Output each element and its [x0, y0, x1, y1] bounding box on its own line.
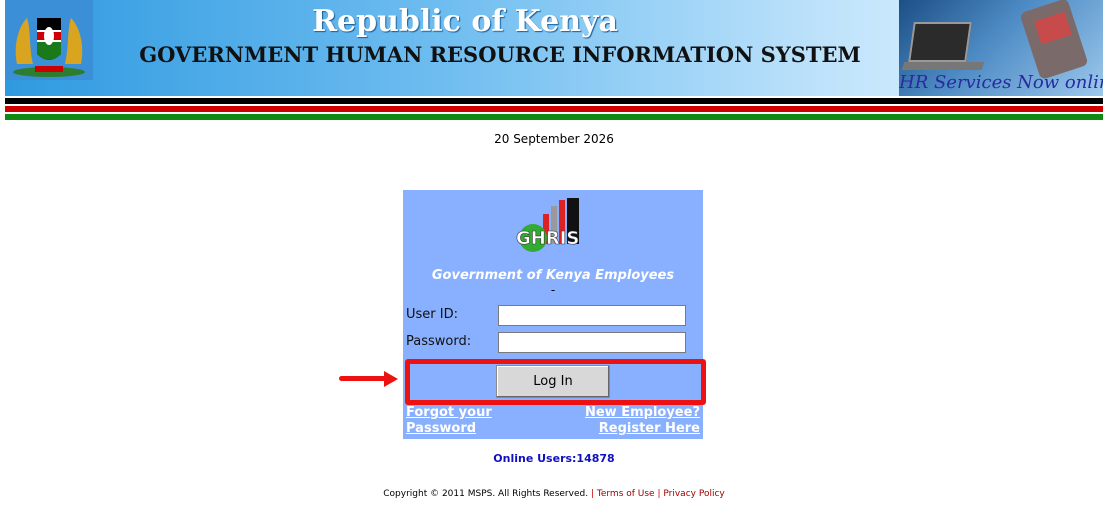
login-heading: Government of Kenya Employees: [431, 268, 675, 283]
forgot-line2: Password: [406, 421, 477, 436]
password-label: Password:: [406, 334, 472, 349]
privacy-policy-link[interactable]: Privacy Policy: [663, 489, 724, 499]
login-highlight-box: [405, 359, 706, 405]
laptop-icon: [908, 22, 972, 62]
header-banner: Republic of Kenya GOVERNMENT HUMAN RESOU…: [5, 0, 1103, 96]
password-input[interactable]: [498, 332, 686, 353]
flag-stripe-green: [5, 114, 1103, 120]
hr-services-tagline: HR Services Now online: [899, 72, 1103, 93]
footer-separator: |: [590, 489, 594, 499]
forgot-line1: Forgot your: [406, 405, 492, 420]
hr-services-banner: HR Services Now online: [899, 0, 1103, 96]
user-id-input[interactable]: [498, 305, 686, 326]
register-link[interactable]: New Employee? Register Here: [585, 405, 700, 437]
login-dash: -: [550, 283, 556, 297]
svg-text:GHRIS: GHRIS: [516, 228, 579, 249]
laptop-base: [901, 62, 985, 70]
page-subtitle: GOVERNMENT HUMAN RESOURCE INFORMATION SY…: [139, 42, 861, 67]
user-id-label: User ID:: [406, 307, 458, 322]
forgot-password-link[interactable]: Forgot your Password: [406, 405, 492, 437]
arrow-right-icon: [339, 376, 387, 381]
page-title: Republic of Kenya: [312, 4, 618, 39]
copyright-text: Copyright © 2011 MSPS. All Rights Reserv…: [383, 489, 589, 499]
ghris-logo-icon: GHRIS: [513, 196, 597, 260]
register-line2: Register Here: [598, 421, 700, 436]
arrow-head-icon: [384, 371, 398, 387]
terms-of-use-link[interactable]: Terms of Use: [597, 489, 655, 499]
current-date: 20 September 2026: [494, 132, 614, 146]
footer-separator: |: [657, 489, 661, 499]
register-line1: New Employee?: [584, 405, 700, 420]
online-users-count: Online Users:14878: [493, 452, 615, 465]
footer: Copyright © 2011 MSPS. All Rights Reserv…: [0, 489, 1108, 499]
